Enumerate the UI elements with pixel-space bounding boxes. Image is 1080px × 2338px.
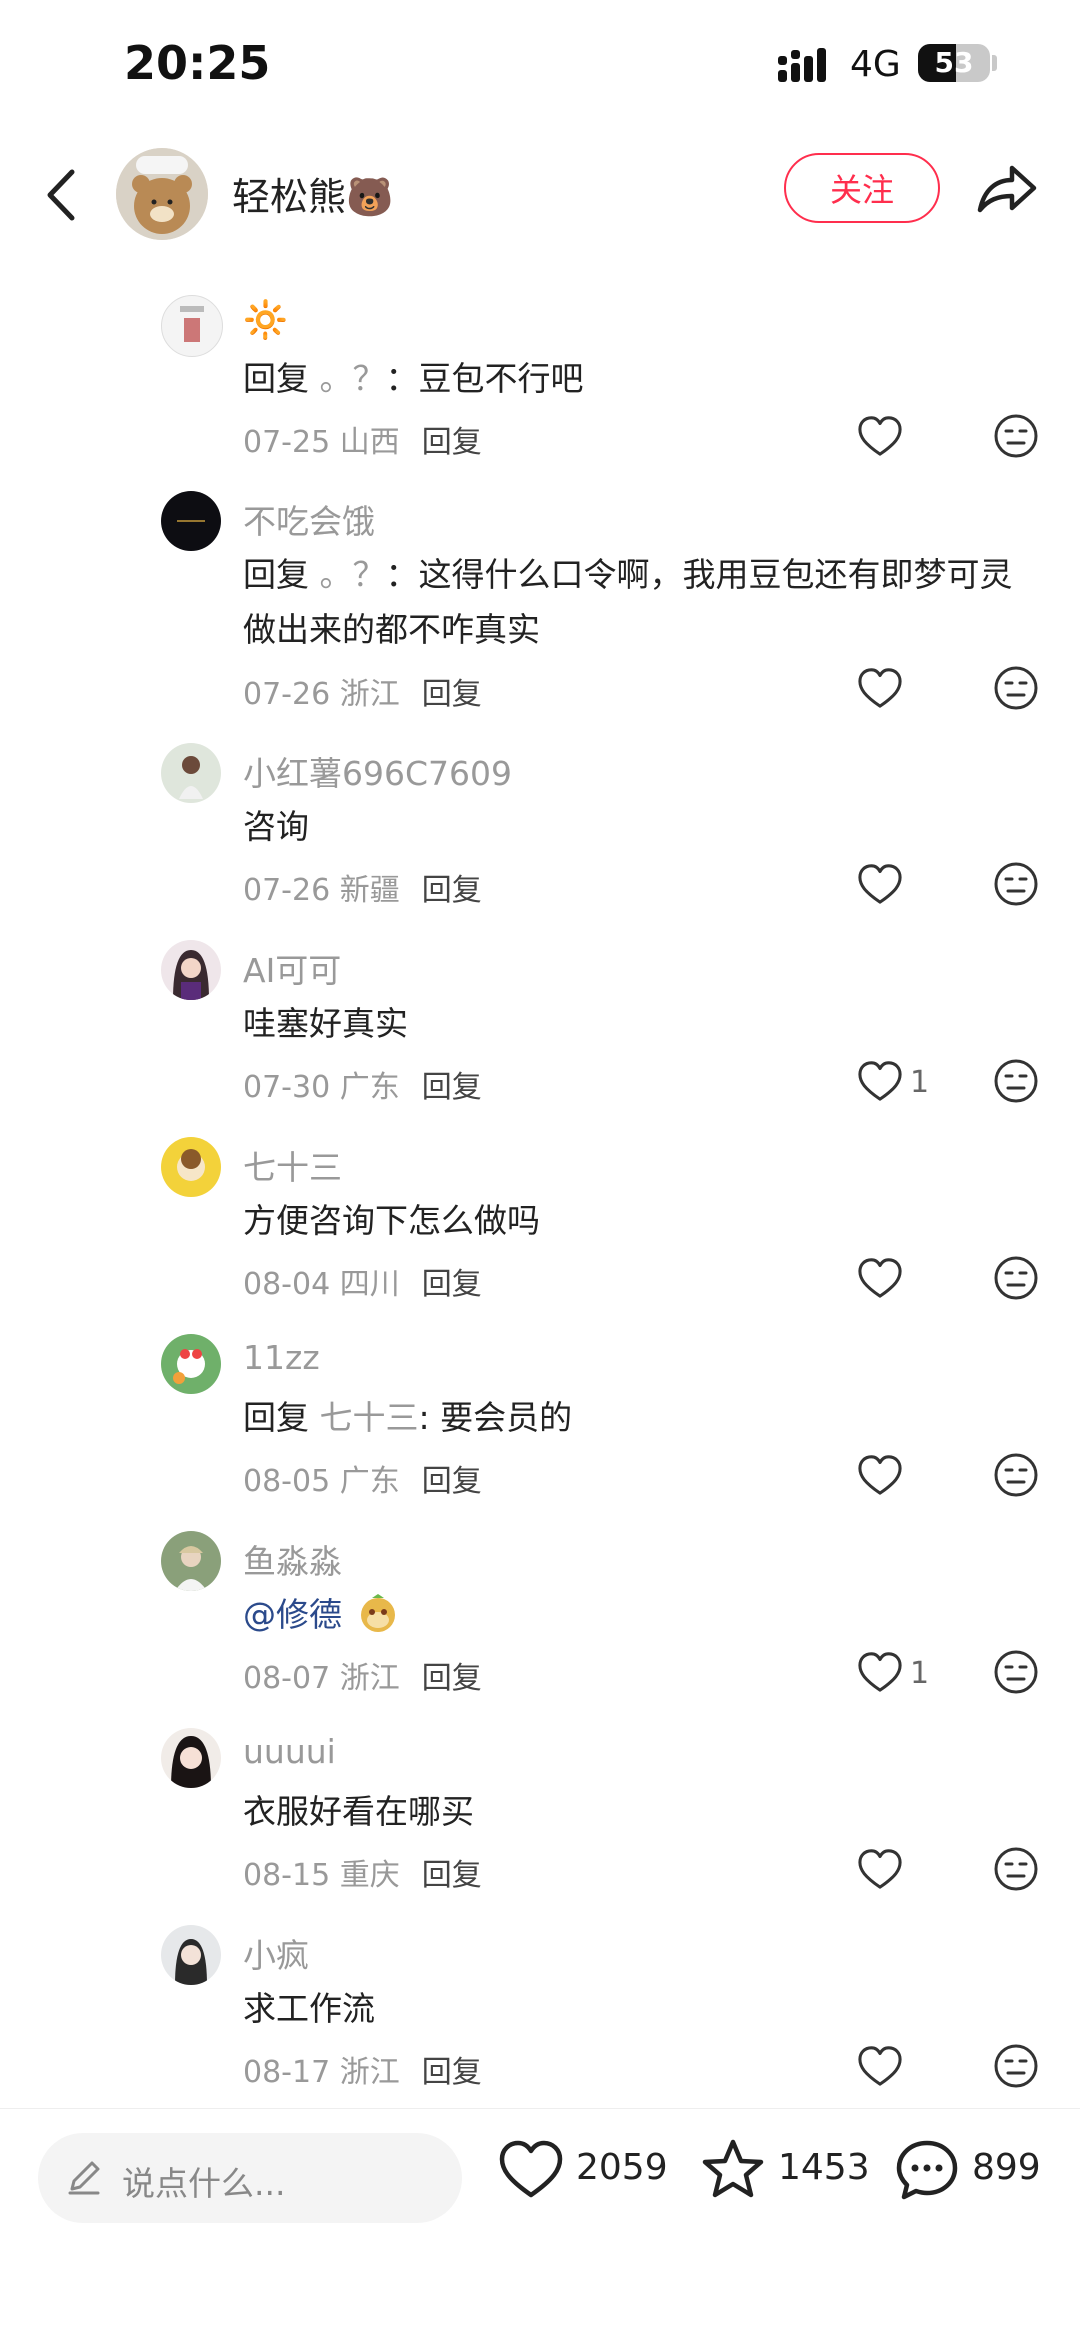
comment-meta: 07-25 山西 回复 [243, 425, 482, 460]
like-count: 2059 [576, 2147, 668, 2188]
collect-button[interactable]: 1453 [700, 2137, 870, 2207]
commenter-name[interactable]: uuuui [243, 1732, 336, 1771]
reply-target[interactable]: 。？ [320, 555, 386, 594]
reply-button[interactable]: 回复 [422, 873, 482, 908]
dislike-face-icon[interactable] [992, 1254, 1040, 1302]
like-comment-icon[interactable] [856, 1847, 904, 1891]
reply-target[interactable]: 七十三 [320, 1398, 419, 1437]
status-time: 20:25 [124, 36, 271, 90]
share-arrow-icon[interactable] [974, 156, 1038, 220]
comment-text: 衣服好看在哪买 [243, 1792, 474, 1831]
commenter-avatar[interactable] [161, 1137, 221, 1197]
reply-target[interactable]: 。？ [320, 359, 386, 398]
comment-text: 咨询 [243, 807, 309, 846]
reply-button[interactable]: 回复 [422, 425, 482, 460]
collect-count: 1453 [778, 2147, 870, 2188]
comment-meta: 08-17 浙江 回复 [243, 2055, 482, 2090]
like-comment-icon[interactable] [856, 414, 904, 458]
commenter-name[interactable]: 不吃会饿 [243, 495, 375, 543]
comment-meta: 08-07 浙江 回复 [243, 1661, 482, 1696]
comment-meta: 07-26 新疆 回复 [243, 873, 482, 908]
commenter-name[interactable]: 七十三 [243, 1141, 342, 1189]
commenter-avatar[interactable] [161, 1925, 221, 1985]
comment-meta: 08-05 广东 回复 [243, 1464, 482, 1499]
author-name[interactable]: 轻松熊🐻 [232, 166, 393, 221]
battery-level: 53 [934, 46, 974, 79]
commenter-avatar[interactable] [161, 1334, 221, 1394]
comment-text: 哇塞好真实 [243, 1004, 408, 1043]
comment-like-count: 1 [910, 1065, 930, 1100]
like-comment-icon[interactable] [856, 666, 904, 710]
commenter-name[interactable]: 小疯 [243, 1929, 309, 1977]
dislike-face-icon[interactable] [992, 1057, 1040, 1105]
commenter-avatar[interactable] [161, 491, 221, 551]
commenter-avatar[interactable] [161, 1728, 221, 1788]
pen-icon [68, 2161, 100, 2195]
comment-text: 方便咨询下怎么做吗 [243, 1201, 540, 1240]
author-avatar[interactable] [116, 148, 208, 240]
dislike-face-icon[interactable] [992, 1845, 1040, 1893]
like-button[interactable]: 2059 [498, 2137, 668, 2207]
commenter-name[interactable]: 11zz [243, 1338, 320, 1377]
like-comment-icon[interactable] [856, 1650, 904, 1694]
comment-text: 求工作流 [243, 1989, 375, 2028]
comment-input-placeholder: 说点什么... [122, 2164, 286, 2203]
back-chevron-icon[interactable] [38, 160, 88, 230]
like-comment-icon[interactable] [856, 1453, 904, 1497]
dislike-face-icon[interactable] [992, 412, 1040, 460]
comment-meta: 08-15 重庆 回复 [243, 1858, 482, 1893]
follow-button[interactable]: 关注 [784, 153, 940, 223]
network-type: 4G [850, 44, 901, 85]
comment-emoji: 🔆 [243, 300, 288, 341]
post-header: 轻松熊🐻 关注 [0, 130, 1080, 260]
bottom-action-bar: 说点什么... 2059 1453 899 [0, 2108, 1080, 2338]
comment-meta: 08-04 四川 回复 [243, 1267, 482, 1302]
like-comment-icon[interactable] [856, 2044, 904, 2088]
comment-like-count: 1 [910, 1656, 930, 1691]
commenter-name[interactable]: 鱼淼淼 [243, 1535, 342, 1583]
commenter-avatar[interactable] [161, 1531, 221, 1591]
comment-bubble-icon [896, 2140, 958, 2200]
dislike-face-icon[interactable] [992, 664, 1040, 712]
comment-input[interactable]: 说点什么... [38, 2133, 462, 2223]
reply-button[interactable]: 回复 [422, 1267, 482, 1302]
signal-icon [778, 48, 826, 82]
comment-text: @修德 [243, 1587, 1043, 1642]
commenter-name[interactable]: 小红薯696C7609 [243, 747, 512, 795]
comment-text: 回复 。？：豆包不行吧 [243, 359, 584, 398]
commenter-avatar[interactable] [161, 295, 223, 357]
reply-button[interactable]: 回复 [422, 2055, 482, 2090]
comment-count: 899 [972, 2147, 1041, 2188]
battery-icon: 53 [918, 44, 990, 82]
reply-button[interactable]: 回复 [422, 1858, 482, 1893]
commenter-avatar[interactable] [161, 743, 221, 803]
like-comment-icon[interactable] [856, 862, 904, 906]
dislike-face-icon[interactable] [992, 2042, 1040, 2090]
dislike-face-icon[interactable] [992, 860, 1040, 908]
commenter-avatar[interactable] [161, 940, 221, 1000]
reply-button[interactable]: 回复 [422, 1070, 482, 1105]
reply-button[interactable]: 回复 [422, 1661, 482, 1696]
comments-button[interactable]: 899 [894, 2137, 1054, 2207]
mention-link[interactable]: @修德 [243, 1595, 342, 1634]
comment-meta: 07-26 浙江 回复 [243, 677, 482, 712]
like-comment-icon[interactable] [856, 1059, 904, 1103]
reply-button[interactable]: 回复 [422, 677, 482, 712]
reply-button[interactable]: 回复 [422, 1464, 482, 1499]
dislike-face-icon[interactable] [992, 1451, 1040, 1499]
comment-text: 回复 七十三: 要会员的 [243, 1398, 573, 1437]
dislike-face-icon[interactable] [992, 1648, 1040, 1696]
monkey-emoji-icon [357, 1592, 399, 1634]
star-icon [702, 2139, 764, 2198]
commenter-name[interactable]: AI可可 [243, 944, 341, 992]
status-bar: 20:25 4G 53 [0, 0, 1080, 130]
comment-meta: 07-30 广东 回复 [243, 1070, 482, 1105]
heart-icon [499, 2140, 563, 2198]
comment-text: 回复 。？：这得什么口令啊，我用豆包还有即梦可灵做出来的都不咋真实 [243, 555, 1013, 649]
like-comment-icon[interactable] [856, 1256, 904, 1300]
